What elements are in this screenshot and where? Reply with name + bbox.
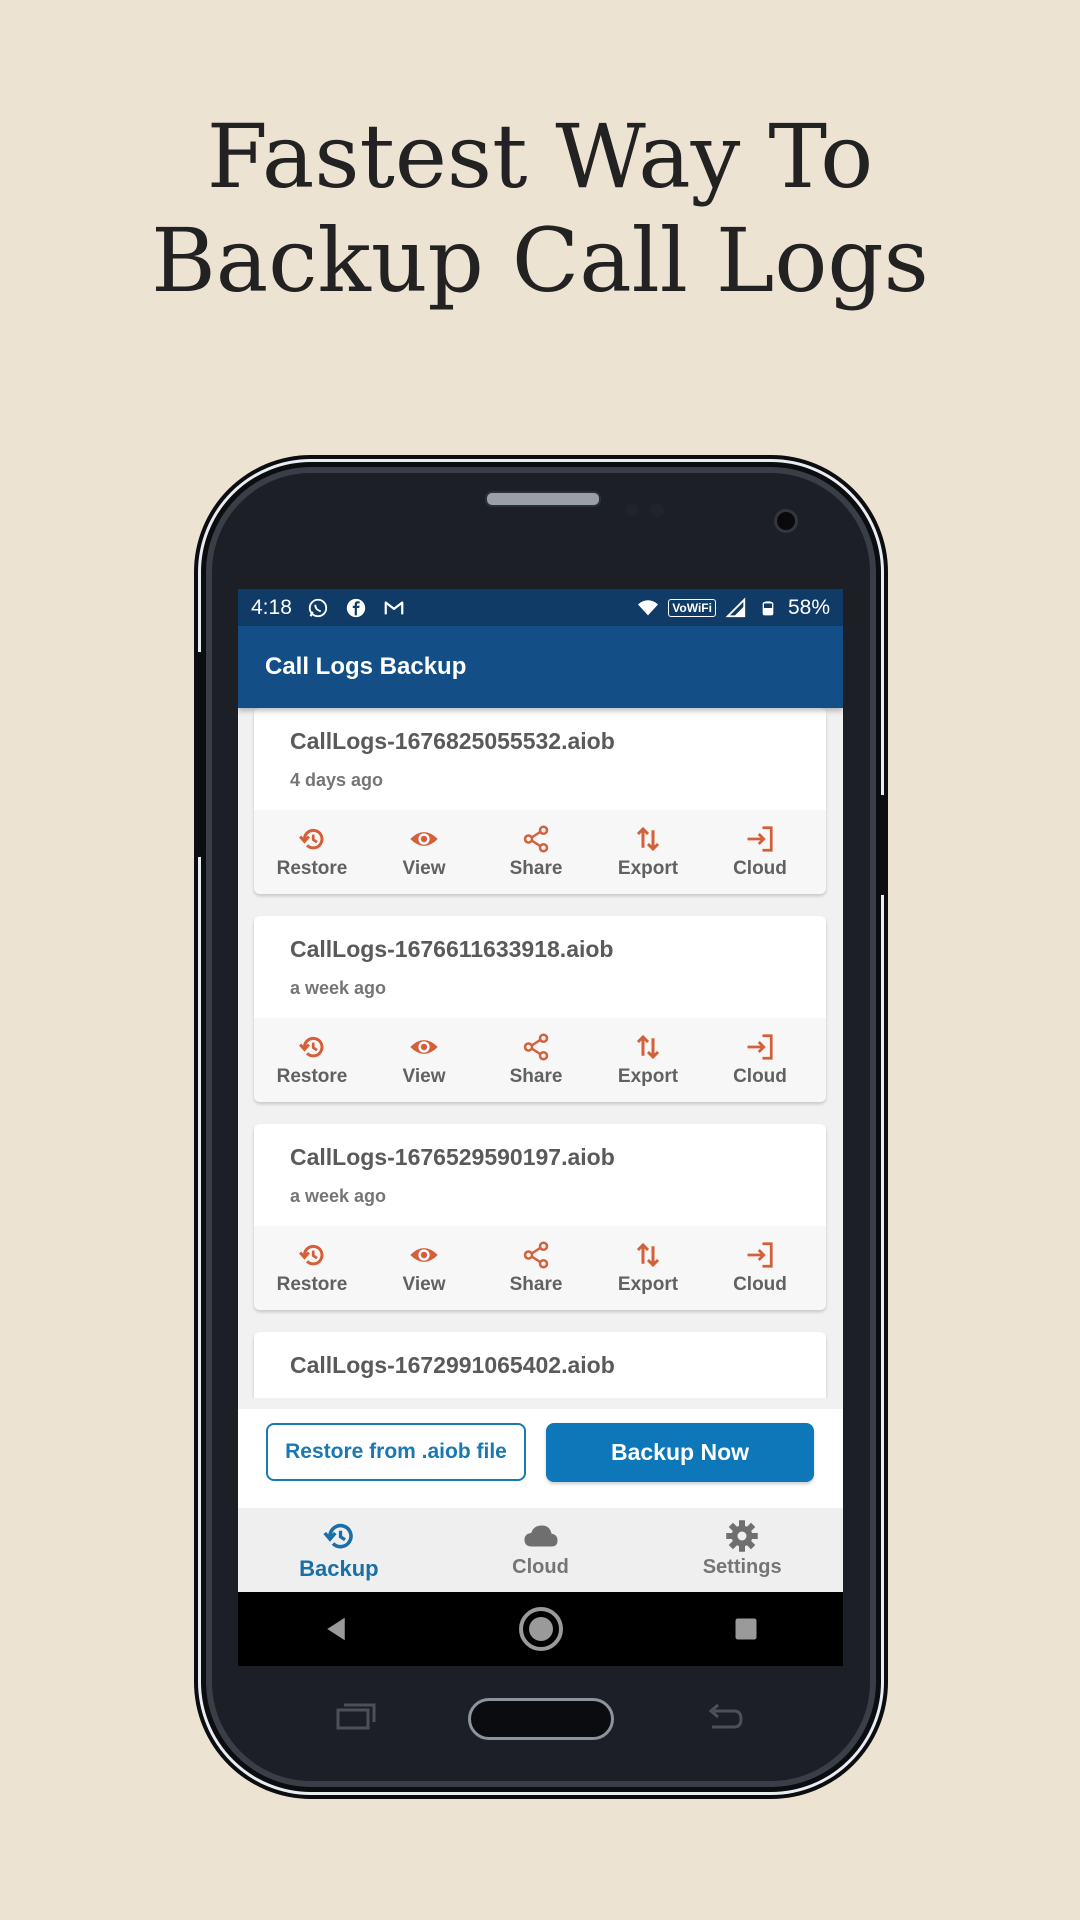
bottom-navigation: Backup Cloud Settings (238, 1508, 843, 1592)
proximity-sensor (625, 503, 639, 517)
eye-icon (410, 832, 438, 846)
view-button[interactable]: View (368, 1018, 480, 1102)
gear-icon (726, 1520, 758, 1552)
hardware-home-button (468, 1698, 614, 1740)
app-bar: Call Logs Backup (238, 626, 843, 708)
facebook-icon (344, 596, 368, 620)
backup-now-button[interactable]: Backup Now (546, 1423, 814, 1482)
login-icon (747, 826, 773, 852)
gmail-icon (382, 596, 406, 620)
volume-button (195, 652, 203, 857)
view-button[interactable]: View (368, 1226, 480, 1310)
export-icon (636, 826, 660, 852)
view-button[interactable]: View (368, 810, 480, 894)
earpiece-speaker (485, 491, 601, 507)
backup-actions: Restore View Share Export Cloud (254, 1018, 826, 1102)
phone-screen: 4:18 VoWiFi 58% Call Logs Backup CallLog… (238, 589, 843, 1592)
backup-file-name: CallLogs-1676611633918.aiob (290, 936, 614, 962)
cloud-button[interactable]: Cloud (704, 1018, 816, 1102)
headline-line-2: Backup Call Logs (151, 209, 929, 312)
hardware-back-key-icon (708, 1703, 743, 1729)
share-icon (523, 1033, 549, 1061)
export-icon (636, 1242, 660, 1268)
vowifi-badge: VoWiFi (668, 598, 716, 617)
restore-icon (298, 1244, 324, 1266)
restore-from-file-button[interactable]: Restore from .aiob file (266, 1423, 526, 1481)
history-icon (323, 1523, 353, 1549)
bottom-action-bar: Restore from .aiob file Backup Now (238, 1409, 843, 1509)
backup-card: CallLogs-1676825055532.aiob 4 days ago R… (254, 708, 826, 894)
share-icon (523, 1241, 549, 1269)
share-button[interactable]: Share (480, 1018, 592, 1102)
nav-cloud-label: Cloud (512, 1556, 569, 1578)
restore-icon (298, 1036, 324, 1058)
backup-time: a week ago (290, 1186, 387, 1206)
nav-cloud[interactable]: Cloud (440, 1508, 642, 1592)
power-button (878, 795, 886, 895)
backup-time: 4 days ago (290, 770, 384, 790)
share-button[interactable]: Share (480, 810, 592, 894)
battery-icon (756, 596, 780, 620)
hardware-recents-key-icon (336, 1703, 376, 1730)
signal-icon (724, 596, 748, 620)
light-sensor (650, 503, 664, 517)
front-camera (774, 509, 798, 533)
share-icon (523, 825, 549, 853)
backup-file-name: CallLogs-1672991065402.aiob (290, 1352, 615, 1378)
backup-file-name: CallLogs-1676825055532.aiob (290, 728, 615, 754)
clock: 4:18 (251, 595, 292, 619)
nav-settings-label: Settings (702, 1556, 782, 1578)
backup-time: a week ago (290, 978, 387, 998)
restore-button[interactable]: Restore (256, 1226, 368, 1310)
eye-icon (410, 1040, 438, 1054)
cloud-button[interactable]: Cloud (704, 810, 816, 894)
backup-list[interactable]: CallLogs-1676825055532.aiob 4 days ago R… (238, 708, 843, 1398)
system-navigation-bar (238, 1592, 843, 1666)
backup-actions: Restore View Share Export Cloud (254, 810, 826, 894)
headline-line-1: Fastest Way To (206, 105, 874, 208)
share-button[interactable]: Share (480, 1226, 592, 1310)
nav-settings[interactable]: Settings (641, 1508, 843, 1592)
home-icon[interactable] (517, 1605, 565, 1653)
restore-button[interactable]: Restore (256, 810, 368, 894)
battery-level: 58% (787, 595, 830, 619)
restore-button[interactable]: Restore (256, 1018, 368, 1102)
back-icon[interactable] (321, 1614, 351, 1644)
whatsapp-icon (306, 596, 330, 620)
backup-card: CallLogs-1672991065402.aiob (254, 1332, 826, 1398)
app-title: Call Logs Backup (265, 653, 467, 680)
backup-card: CallLogs-1676611633918.aiob a week ago R… (254, 916, 826, 1102)
nav-backup-label: Backup (299, 1556, 379, 1581)
cloud-button[interactable]: Cloud (704, 1226, 816, 1310)
login-icon (747, 1034, 773, 1060)
restore-icon (298, 828, 324, 850)
recents-icon[interactable] (732, 1615, 760, 1643)
backup-actions: Restore View Share Export Cloud (254, 1226, 826, 1310)
wifi-icon (636, 596, 660, 620)
nav-backup[interactable]: Backup (238, 1508, 440, 1592)
backup-file-name: CallLogs-1676529590197.aiob (290, 1144, 615, 1170)
eye-icon (410, 1248, 438, 1262)
export-button[interactable]: Export (592, 810, 704, 894)
status-bar: 4:18 VoWiFi 58% (238, 589, 843, 626)
export-button[interactable]: Export (592, 1018, 704, 1102)
cloud-icon (524, 1525, 557, 1547)
headline: Fastest Way To Backup Call Logs (0, 105, 1080, 313)
backup-card: CallLogs-1676529590197.aiob a week ago R… (254, 1124, 826, 1310)
export-button[interactable]: Export (592, 1226, 704, 1310)
login-icon (747, 1242, 773, 1268)
export-icon (636, 1034, 660, 1060)
